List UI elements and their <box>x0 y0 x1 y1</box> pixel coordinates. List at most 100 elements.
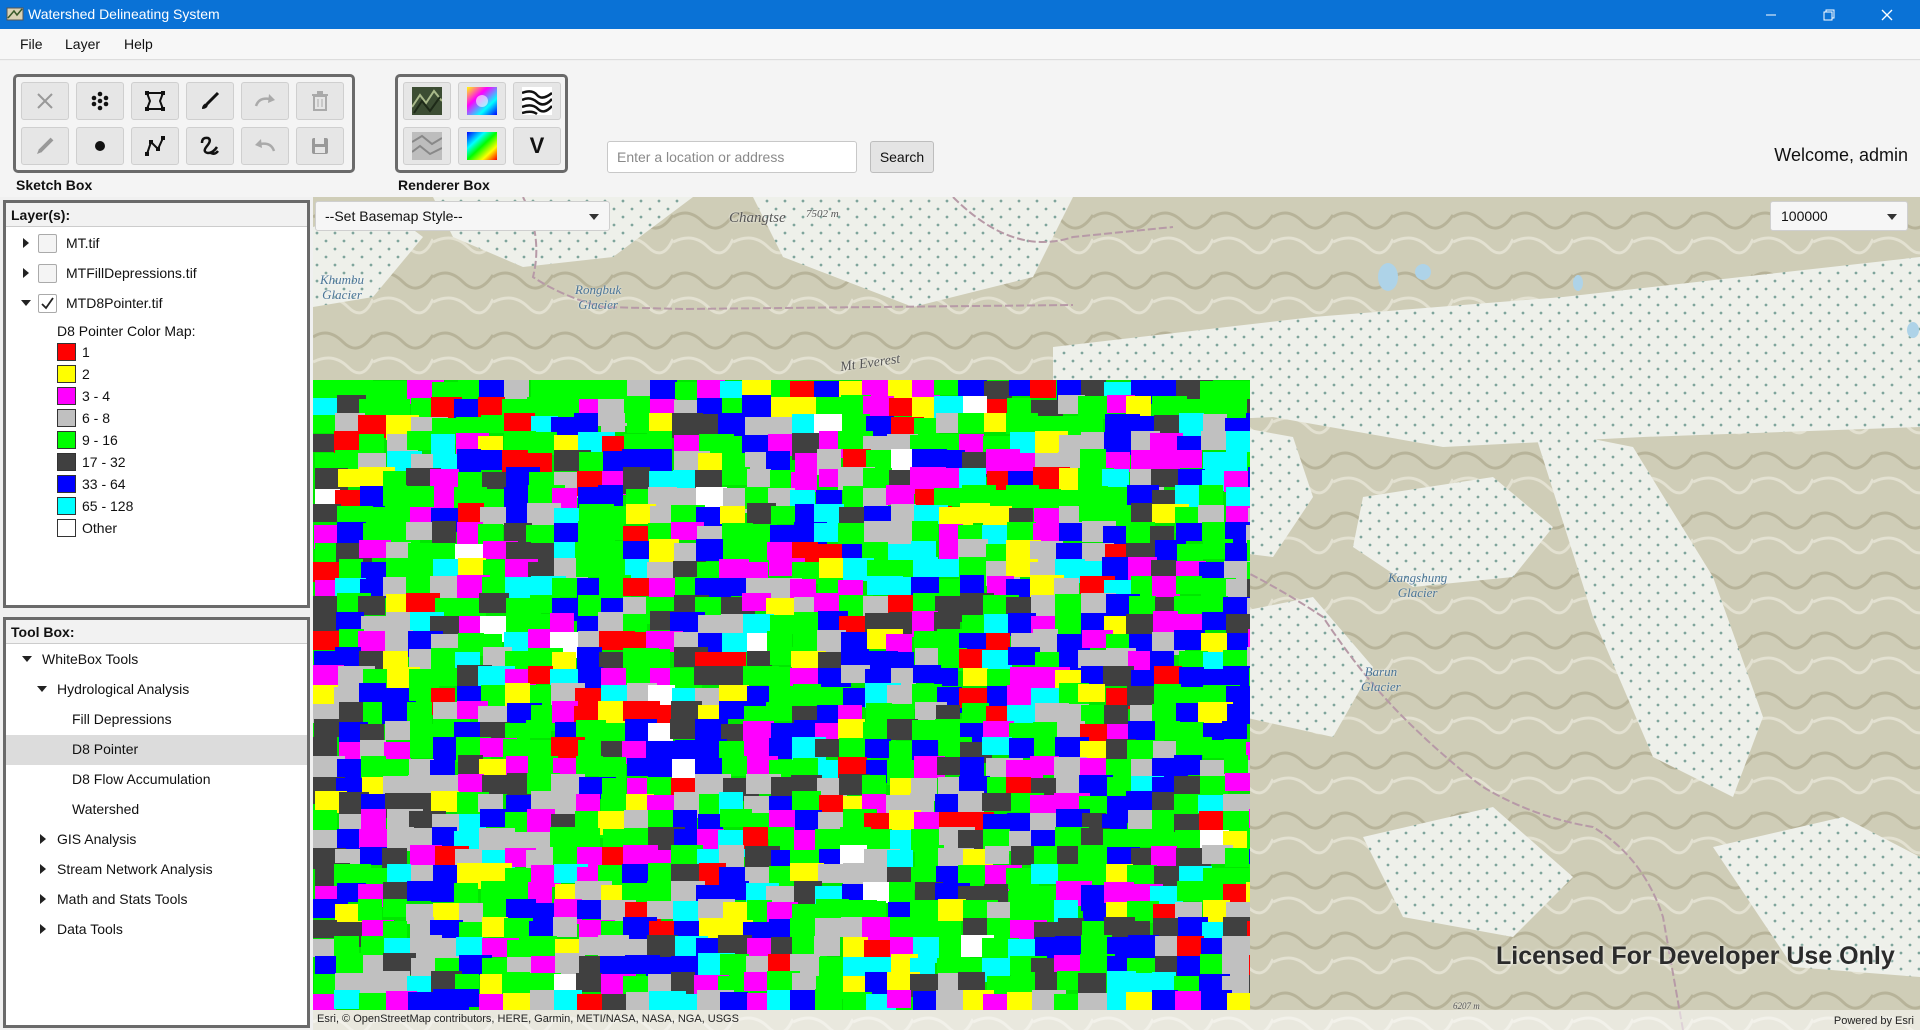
trash-icon <box>312 91 328 111</box>
legend-item: 17 - 32 <box>6 451 307 473</box>
menu-file[interactable]: File <box>20 36 43 52</box>
tool-label: D8 Pointer <box>72 741 139 757</box>
map-label-khumbu: Khumbu Glacier <box>320 272 365 302</box>
tool-d8-pointer[interactable]: D8 Pointer <box>6 735 307 765</box>
map-attribution: Esri, © OpenStreetMap contributors, HERE… <box>313 1010 1920 1030</box>
legend-swatch <box>57 365 76 383</box>
chevron-down-icon <box>1887 214 1897 220</box>
multipoint-icon <box>91 91 109 111</box>
legend-item: 33 - 64 <box>6 473 307 495</box>
legend-item: 65 - 128 <box>6 495 307 517</box>
tree-item-stream-network[interactable]: Stream Network Analysis <box>6 855 307 885</box>
spectrum-icon <box>467 132 497 160</box>
chevron-right-icon[interactable] <box>23 268 29 278</box>
chevron-down-icon[interactable] <box>21 300 31 306</box>
chevron-right-icon[interactable] <box>40 894 46 904</box>
legend-swatch <box>57 431 76 449</box>
polygon-button[interactable] <box>131 82 179 120</box>
chevron-right-icon[interactable] <box>40 864 46 874</box>
edit-button[interactable] <box>21 127 69 165</box>
point-button[interactable] <box>76 127 124 165</box>
tool-d8-flow-accumulation[interactable]: D8 Flow Accumulation <box>6 765 307 795</box>
freehand-line-button[interactable] <box>186 82 234 120</box>
map-view[interactable]: Changtse 7502 m Khumbu Glacier Rongbuk G… <box>313 197 1920 1030</box>
attribution-text: Esri, © OpenStreetMap contributors, HERE… <box>317 1013 739 1025</box>
toolbox-panel: Tool Box: WhiteBox Tools Hydrological An… <box>3 617 310 1028</box>
delete-button[interactable] <box>296 82 344 120</box>
contour-renderer-button[interactable] <box>513 82 561 120</box>
tool-fill-depressions[interactable]: Fill Depressions <box>6 705 307 735</box>
d8-pointer-raster <box>313 380 1250 1010</box>
legend-swatch <box>57 343 76 361</box>
hillshade-renderer-button[interactable] <box>403 82 451 120</box>
slope-icon <box>412 132 442 160</box>
save-icon <box>312 138 328 154</box>
vector-renderer-button[interactable]: V <box>513 127 561 165</box>
map-label-rongbuk: Rongbuk Glacier <box>575 282 622 312</box>
chevron-down-icon <box>589 214 599 220</box>
tool-label: D8 Flow Accumulation <box>72 771 211 787</box>
powered-by-esri: Powered by Esri <box>1833 1015 1914 1027</box>
tree-item-gis-analysis[interactable]: GIS Analysis <box>6 825 307 855</box>
freehand-polygon-button[interactable] <box>186 127 234 165</box>
polygon-icon <box>145 91 165 111</box>
layer-row[interactable]: MTFillDepressions.tif <box>6 259 307 289</box>
basemap-select-value: --Set Basemap Style-- <box>325 208 463 224</box>
tree-item-math-stats[interactable]: Math and Stats Tools <box>6 885 307 915</box>
legend-swatch <box>57 453 76 471</box>
polyline-button[interactable] <box>131 127 179 165</box>
chevron-right-icon[interactable] <box>23 238 29 248</box>
rgb-renderer-button[interactable] <box>458 82 506 120</box>
restore-icon <box>1823 9 1835 20</box>
scale-select[interactable]: 100000 <box>1770 201 1908 231</box>
cancel-sketch-button[interactable] <box>21 82 69 120</box>
minimize-button[interactable] <box>1742 0 1800 29</box>
menu-layer[interactable]: Layer <box>65 36 100 52</box>
renderer-box-label: Renderer Box <box>398 177 490 193</box>
tool-watershed[interactable]: Watershed <box>6 795 307 825</box>
legend-label: 3 - 4 <box>82 388 111 404</box>
tree-item-data-tools[interactable]: Data Tools <box>6 915 307 945</box>
layer-name: MTFillDepressions.tif <box>66 265 197 281</box>
multipoint-button[interactable] <box>76 82 124 120</box>
welcome-text: Welcome, admin <box>1774 145 1908 165</box>
map-label-barun: Barun Glacier <box>1361 664 1401 694</box>
tree-label: WhiteBox Tools <box>42 651 139 667</box>
legend-item: 6 - 8 <box>6 407 307 429</box>
scale-select-value: 100000 <box>1781 208 1828 224</box>
legend-title: D8 Pointer Color Map: <box>57 323 196 339</box>
hillshade-icon <box>412 87 442 115</box>
tree-item-hydrological[interactable]: Hydrological Analysis <box>6 675 307 705</box>
pencil-icon <box>37 137 54 154</box>
slope-renderer-button[interactable] <box>403 127 451 165</box>
layer-checkbox[interactable] <box>38 234 57 253</box>
basemap-style-select[interactable]: --Set Basemap Style-- <box>315 201 610 231</box>
brush-icon <box>202 91 220 109</box>
vector-label: V <box>529 133 545 158</box>
chevron-right-icon[interactable] <box>40 924 46 934</box>
chevron-down-icon[interactable] <box>37 686 47 692</box>
save-button[interactable] <box>296 127 344 165</box>
search-input[interactable] <box>607 141 857 173</box>
search-button[interactable]: Search <box>870 141 934 173</box>
layer-row[interactable]: MTD8Pointer.tif <box>6 289 307 319</box>
chevron-right-icon[interactable] <box>40 834 46 844</box>
restore-button[interactable] <box>1800 0 1858 29</box>
close-window-button[interactable] <box>1858 0 1916 29</box>
tree-item-whitebox[interactable]: WhiteBox Tools <box>6 645 307 675</box>
legend-swatch <box>57 409 76 427</box>
stretch-renderer-button[interactable] <box>458 127 506 165</box>
legend-label: 65 - 128 <box>82 498 134 514</box>
menu-bar: File Layer Help <box>0 29 1920 60</box>
legend-item: 2 <box>6 363 307 385</box>
redo-button[interactable] <box>241 82 289 120</box>
layers-panel: Layer(s): MT.tif MTFillDepressions.tif M… <box>3 200 310 608</box>
map-label-kangshung: Kangshung Glacier <box>1388 570 1448 600</box>
chevron-down-icon[interactable] <box>22 656 32 662</box>
map-label-changtse-elev: 7502 m <box>806 208 839 220</box>
layer-checkbox[interactable] <box>38 264 57 283</box>
layer-checkbox[interactable] <box>38 294 57 313</box>
undo-button[interactable] <box>241 127 289 165</box>
layer-row[interactable]: MT.tif <box>6 229 307 259</box>
menu-help[interactable]: Help <box>124 36 153 52</box>
